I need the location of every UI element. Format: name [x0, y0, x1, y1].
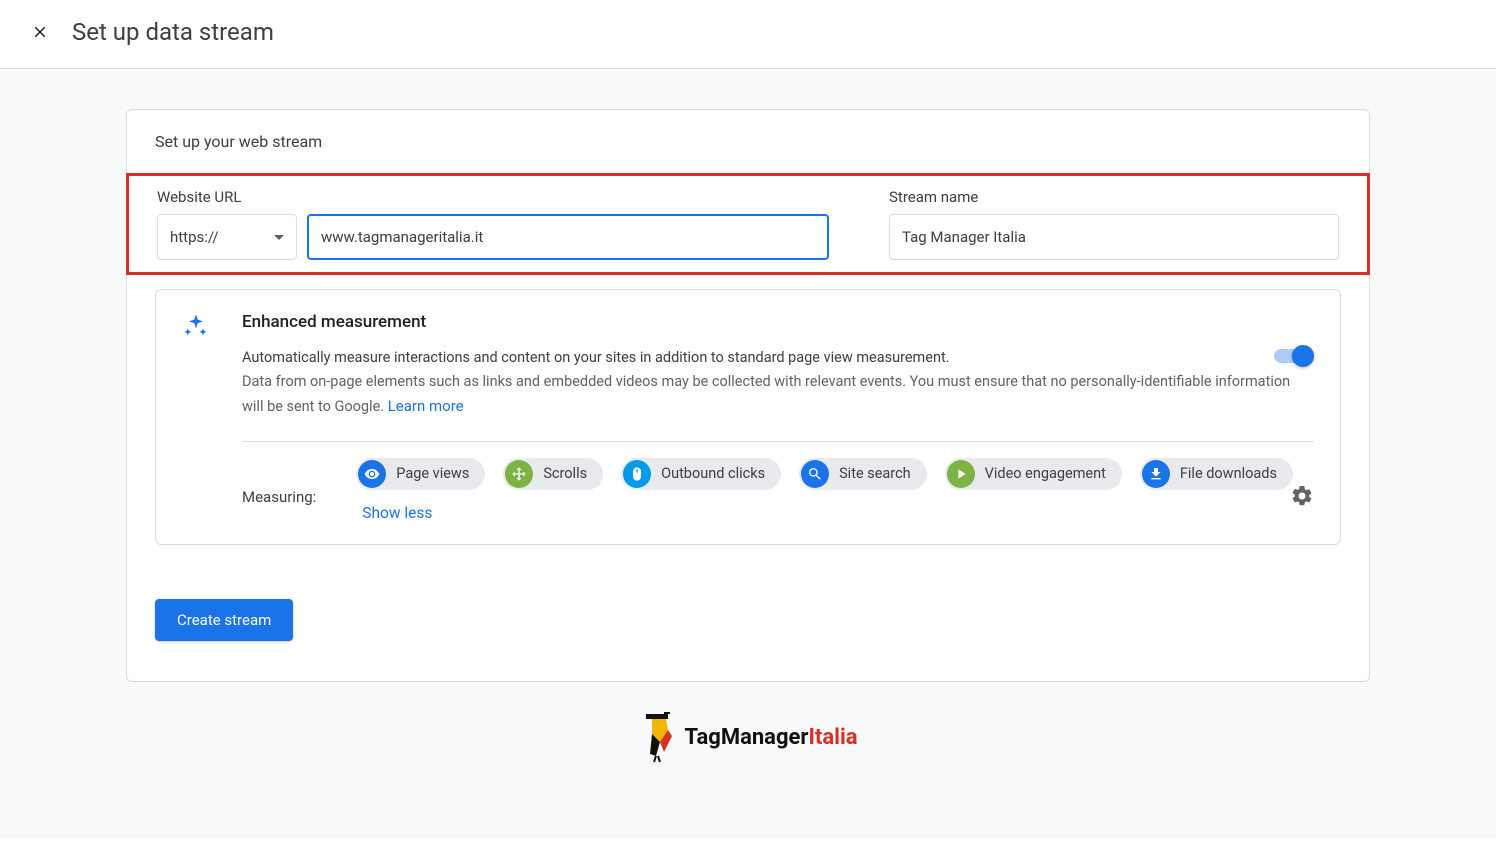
website-url-label: Website URL: [157, 188, 829, 206]
chip-page-views: Page views: [356, 458, 485, 490]
enhanced-title: Enhanced measurement: [242, 312, 1314, 332]
chip-label: Outbound clicks: [661, 465, 765, 482]
bird-icon: [638, 712, 678, 764]
chevron-down-icon: [274, 235, 284, 240]
gear-icon[interactable]: [1290, 484, 1314, 512]
create-stream-button[interactable]: Create stream: [155, 599, 293, 641]
sparkle-icon: [182, 312, 214, 522]
learn-more-link[interactable]: Learn more: [388, 397, 464, 415]
measurement-chips: Page views Scrolls Outbound clicks Site sea…: [356, 458, 1314, 522]
chip-label: Site search: [839, 465, 911, 482]
download-icon: [1142, 460, 1170, 488]
website-url-input[interactable]: [307, 214, 829, 260]
stream-fields-row: Website URL https:// Stream name: [126, 173, 1370, 275]
stream-name-group: Stream name: [889, 188, 1339, 260]
chip-label: Video engagement: [985, 465, 1106, 482]
enhanced-desc-1: Automatically measure interactions and c…: [242, 349, 950, 366]
search-icon: [801, 460, 829, 488]
chip-outbound-clicks: Outbound clicks: [621, 458, 781, 490]
footer-brand-2: Italia: [808, 725, 857, 750]
protocol-value: https://: [170, 228, 219, 246]
chip-video-engagement: Video engagement: [945, 458, 1122, 490]
section-title: Set up your web stream: [127, 110, 1369, 174]
mouse-icon: [623, 460, 651, 488]
footer-logo: TagManagerItalia: [0, 712, 1496, 764]
close-icon[interactable]: [28, 20, 52, 44]
chip-label: Page views: [396, 465, 469, 482]
measuring-label: Measuring:: [242, 474, 316, 506]
play-icon: [947, 460, 975, 488]
chip-label: File downloads: [1180, 465, 1277, 482]
chip-label: Scrolls: [543, 465, 587, 482]
chip-scrolls: Scrolls: [503, 458, 603, 490]
top-bar: Set up data stream: [0, 0, 1496, 69]
stream-name-input[interactable]: [889, 214, 1339, 260]
chip-file-downloads: File downloads: [1140, 458, 1293, 490]
chip-site-search: Site search: [799, 458, 927, 490]
show-less-link[interactable]: Show less: [362, 504, 432, 522]
divider: [242, 441, 1314, 442]
enhanced-measurement-card: Enhanced measurement Automatically measu…: [155, 289, 1341, 545]
protocol-select[interactable]: https://: [157, 214, 297, 260]
scroll-icon: [505, 460, 533, 488]
website-url-group: Website URL https://: [157, 188, 829, 260]
enhanced-toggle[interactable]: [1270, 346, 1314, 366]
footer-brand-1: TagManager: [684, 725, 808, 750]
eye-icon: [358, 460, 386, 488]
setup-card: Set up your web stream Website URL https…: [126, 109, 1370, 682]
stream-name-label: Stream name: [889, 188, 1339, 206]
canvas: Set up your web stream Website URL https…: [0, 69, 1496, 839]
page-title: Set up data stream: [72, 18, 274, 46]
